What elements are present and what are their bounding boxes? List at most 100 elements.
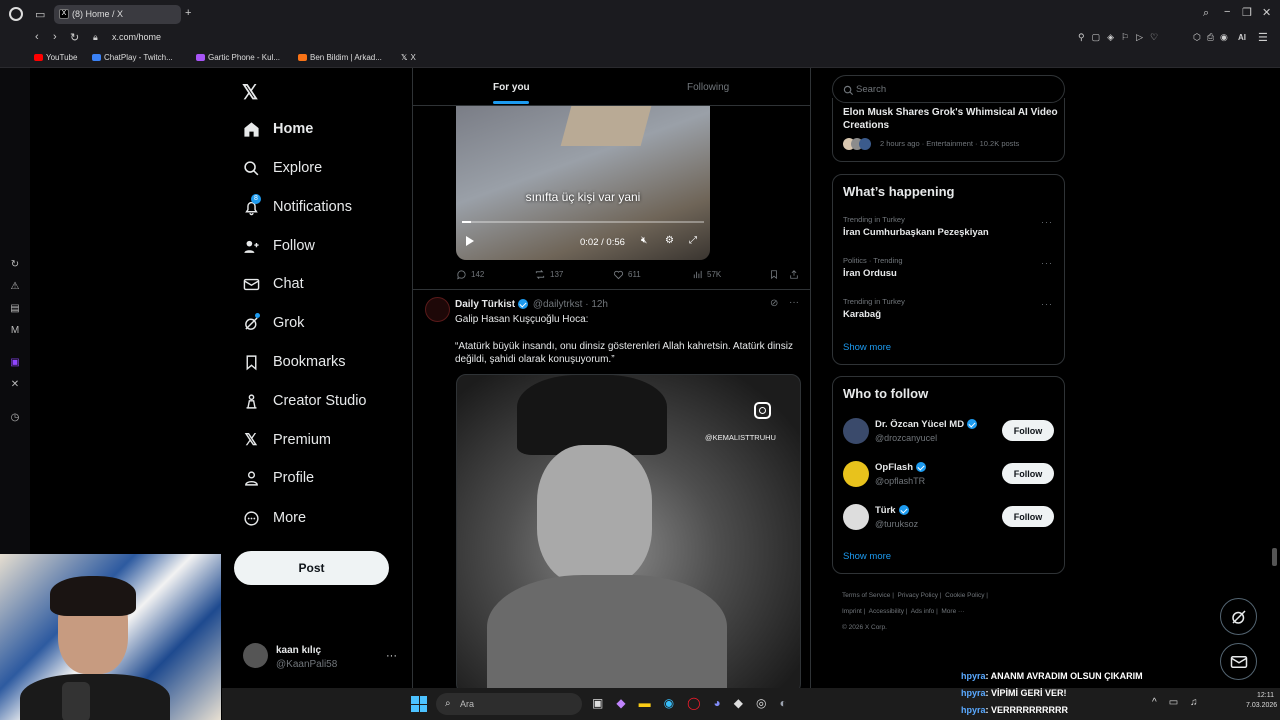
messages-float-button[interactable] <box>1220 643 1257 680</box>
fullscreen-icon[interactable]: ⤢ <box>689 235 697 246</box>
toolbar-extension-icons[interactable]: ⚲▢◈⚐▷♡ <box>1078 32 1165 43</box>
play-icon[interactable] <box>466 236 474 246</box>
repost-button[interactable]: 137 <box>534 269 563 280</box>
bookmark-youtube[interactable]: YouTube <box>34 53 77 62</box>
mute-icon[interactable]: 🔇︎ <box>641 235 647 246</box>
follow-suggestion-name[interactable]: OpFlash <box>875 462 927 473</box>
trend-more-icon[interactable]: ··· <box>1041 217 1053 227</box>
nav-bookmarks[interactable]: Bookmarks <box>242 351 346 373</box>
reload-icon[interactable]: ↻ <box>70 31 79 44</box>
tab-for-you[interactable]: For you <box>493 82 530 93</box>
footer-link[interactable]: Imprint <box>842 608 862 615</box>
trend-more-icon[interactable]: ··· <box>1041 299 1053 309</box>
clock-sidebar-icon[interactable]: ◷ <box>9 412 21 424</box>
tweet-video[interactable]: @KEMALISTTRUHU <box>456 374 801 688</box>
bookmark-chatplay[interactable]: ChatPlay - Twitch... <box>92 53 173 62</box>
taskbar-clock[interactable]: 12:11 7.03.2026 <box>1246 692 1277 709</box>
daily-turkist-avatar[interactable] <box>425 297 450 322</box>
avatar[interactable] <box>843 504 869 530</box>
forward-icon[interactable]: › <box>53 31 57 43</box>
views-button[interactable]: 57K <box>692 269 721 280</box>
bookmark-tweet-icon[interactable] <box>769 269 783 280</box>
account-avatar[interactable] <box>243 643 268 668</box>
x-home-logo-icon[interactable]: 𝕏 <box>242 80 258 105</box>
search-tabs-icon[interactable]: ⌕ <box>1203 7 1209 20</box>
follow-suggestion-name[interactable]: Türk <box>875 505 909 516</box>
trend-more-icon[interactable]: ··· <box>1041 258 1053 268</box>
follow-suggestion-handle: @opflashTR <box>875 476 926 486</box>
system-tray-icons[interactable]: ^▭♫ <box>1152 697 1210 708</box>
grok-explain-icon[interactable]: ⊘ <box>770 298 778 309</box>
x-sidebar-icon[interactable]: ✕ <box>9 379 21 391</box>
nav-explore[interactable]: Explore <box>242 157 322 179</box>
footer-link[interactable]: Ads info <box>911 608 935 615</box>
trend-item[interactable]: Politics · Trending İran Ordusu ··· <box>843 256 1058 279</box>
new-tab-button[interactable]: + <box>185 7 191 19</box>
maximize-button[interactable]: ❐ <box>1242 6 1252 19</box>
browser-tab[interactable]: X (8) Home / X <box>54 5 181 24</box>
show-more-trends-link[interactable]: Show more <box>843 342 891 353</box>
footer-link[interactable]: Cookie Policy <box>945 592 984 599</box>
nav-creator-studio[interactable]: Creator Studio <box>242 390 367 412</box>
minimize-button[interactable]: − <box>1224 6 1230 18</box>
nav-premium[interactable]: 𝕏 Premium <box>242 429 331 451</box>
reply-button[interactable]: 142 <box>456 269 484 280</box>
aria-ai-button[interactable]: AI <box>1238 33 1246 42</box>
like-button[interactable]: 611 <box>613 269 641 280</box>
m-sidebar-icon[interactable]: M <box>9 325 21 337</box>
settings-gear-icon[interactable]: ⚙ <box>665 235 674 246</box>
trend-item[interactable]: Trending in Turkey Karabağ ··· <box>843 297 1058 320</box>
account-more-icon[interactable]: ··· <box>386 650 397 662</box>
tweet-more-icon[interactable]: ··· <box>789 297 799 308</box>
nav-profile[interactable]: Profile <box>242 467 314 489</box>
nav-home[interactable]: Home <box>242 118 313 140</box>
tweet-author-name[interactable]: Daily Türkist <box>455 299 515 310</box>
tab-following[interactable]: Following <box>687 82 729 93</box>
footer-link[interactable]: Privacy Policy <box>898 592 938 599</box>
views-chart-icon <box>693 270 702 279</box>
footer-link[interactable]: Accessibility <box>869 608 904 615</box>
footer-link[interactable]: More ··· <box>941 608 964 615</box>
trend-item[interactable]: Trending in Turkey İran Cumhurbaşkanı Pe… <box>843 215 1058 238</box>
bookmark-x[interactable]: 𝕏X <box>401 53 416 62</box>
toolbar-right-icons[interactable]: ⬡⎙◉ <box>1193 32 1234 43</box>
follow-suggestion-name[interactable]: Dr. Özcan Yücel MD <box>875 419 978 430</box>
menu-icon[interactable]: ☰ <box>1258 31 1268 44</box>
taskbar-search[interactable]: ⌕ Ara <box>436 693 582 715</box>
twitch-sidebar-icon[interactable]: ▣ <box>9 357 21 369</box>
avatar[interactable] <box>843 418 869 444</box>
windows-start-icon[interactable] <box>411 696 427 712</box>
nav-notifications[interactable]: 8 Notifications <box>242 194 352 218</box>
nav-more[interactable]: More <box>242 507 306 529</box>
tab-island-icon[interactable]: ▭ <box>35 8 45 21</box>
video-progress-track[interactable] <box>462 221 704 223</box>
grok-float-button[interactable] <box>1220 598 1257 635</box>
post-button[interactable]: Post <box>234 551 389 585</box>
ai-sidebar-icon[interactable]: ⚠ <box>9 281 21 293</box>
video-time: 0:02 / 0:56 <box>580 237 625 248</box>
nav-grok[interactable]: Grok <box>242 312 304 334</box>
opera-logo-icon[interactable] <box>9 7 23 21</box>
url-text[interactable]: x.com/home <box>112 32 161 42</box>
bookmark-benbildim[interactable]: Ben Bildim | Arkad... <box>298 53 382 62</box>
avatar[interactable] <box>843 461 869 487</box>
taskbar-apps[interactable]: ▣◆▬◉◯◕◆◎◐ <box>592 696 800 710</box>
nav-chat[interactable]: Chat <box>242 273 304 295</box>
nav-follow[interactable]: Follow <box>242 235 315 257</box>
follow-button[interactable]: Follow <box>1002 463 1054 484</box>
tweet-time[interactable]: 12h <box>591 299 608 310</box>
top-news-card[interactable]: Elon Musk Shares Grok's Whimsical AI Vid… <box>832 98 1065 162</box>
tweet-author-handle[interactable]: @dailytrkst <box>533 299 583 310</box>
video-player[interactable]: sınıfta üç kişi var yani 0:02 / 0:56 🔇︎ … <box>456 106 710 260</box>
pinboard-sidebar-icon[interactable]: ▤ <box>9 303 21 315</box>
show-more-follow-link[interactable]: Show more <box>843 551 891 562</box>
follow-button[interactable]: Follow <box>1002 420 1054 441</box>
history-sidebar-icon[interactable]: ↻ <box>9 259 21 271</box>
back-icon[interactable]: ‹ <box>35 31 39 43</box>
page-scrollbar[interactable] <box>1272 548 1277 566</box>
follow-button[interactable]: Follow <box>1002 506 1054 527</box>
footer-link[interactable]: Terms of Service <box>842 592 890 599</box>
bookmark-gartic[interactable]: Gartic Phone - Kul... <box>196 53 280 62</box>
share-icon[interactable] <box>789 269 803 280</box>
close-window-button[interactable]: ✕ <box>1262 6 1271 19</box>
